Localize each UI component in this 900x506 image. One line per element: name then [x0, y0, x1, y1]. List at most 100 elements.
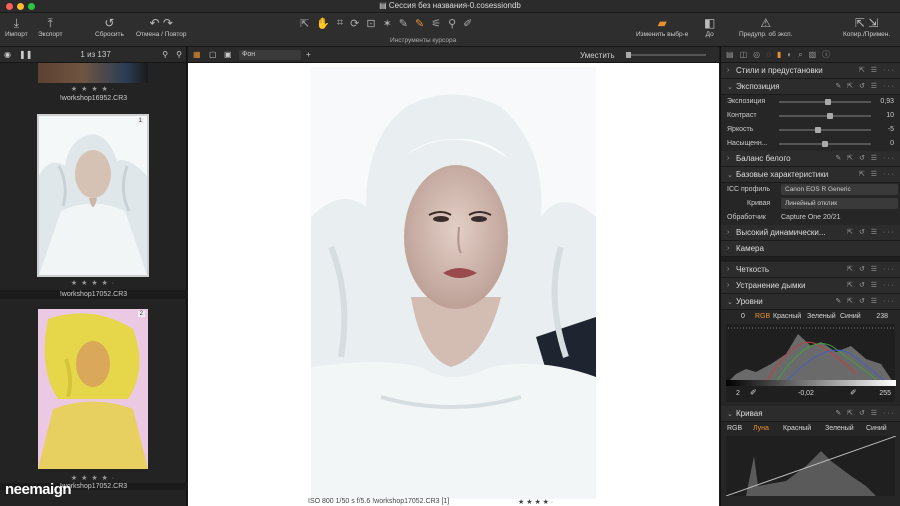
black-picker-icon[interactable]: ✐: [750, 388, 757, 397]
select-cursor-icon[interactable]: ⇱: [300, 17, 309, 30]
curve-graph[interactable]: [725, 435, 897, 497]
section-tools-icons[interactable]: ✎ ⇱ ↺ ☰ ···: [835, 409, 896, 417]
levels-tab-rgb[interactable]: RGB: [755, 313, 770, 320]
copy-apply-button[interactable]: ⇱ ⇲ Копир./Примен.: [843, 16, 890, 38]
curve-tab-red[interactable]: Красный: [783, 425, 811, 432]
dehaze-section[interactable]: › Устранение дымки ⇱ ↺ ☰ ···: [721, 278, 900, 294]
undo-icon: ↶ ↷: [149, 16, 173, 30]
white-picker-icon[interactable]: ✐: [850, 388, 857, 397]
saturation-row: Насыщенн... 0: [727, 140, 894, 147]
thumbnail-filename: !workshop17052.CR3: [0, 290, 187, 299]
viewer-stars[interactable]: ★ ★ ★ ★ ·: [518, 498, 553, 506]
gradient-icon[interactable]: ⚟: [431, 17, 441, 30]
change-select-button[interactable]: ▰ Изменить выбр-е: [636, 16, 688, 38]
search-icon[interactable]: ⚲: [162, 50, 168, 59]
contrast-slider[interactable]: [779, 113, 871, 119]
picker-icon[interactable]: ⚲: [448, 17, 456, 30]
import-button[interactable]: ⤓ Импорт: [5, 16, 28, 38]
thumbnail-selected[interactable]: 1: [37, 114, 149, 277]
camera-section[interactable]: › Камера: [721, 241, 900, 257]
single-view-icon[interactable]: ▢: [209, 50, 217, 59]
image-viewer: ▦ ▢ ▣ Фон + Уместить ISO 800 1/50 s f/5.…: [188, 47, 719, 506]
import-icon: ⤓: [13, 16, 20, 30]
exposure-tab-icon[interactable]: ◐: [787, 50, 792, 59]
spot-icon[interactable]: ✶: [383, 17, 392, 30]
thumbnail-filename: !workshop16952.CR3: [59, 95, 128, 102]
chevron-right-icon: ›: [727, 245, 730, 252]
icc-profile-select[interactable]: Canon EOS R Generic: [781, 184, 898, 195]
chevron-right-icon: ›: [727, 155, 730, 162]
levels-midpoint[interactable]: -0,02: [798, 390, 814, 397]
metadata-tab-icon[interactable]: ⓘ: [822, 49, 830, 60]
thumbnail-stars[interactable]: ★ ★ ★ ★ ·: [38, 279, 148, 287]
color-tab-icon[interactable]: ▮: [777, 50, 781, 59]
curve-section[interactable]: ⌄ Кривая ✎ ⇱ ↺ ☰ ···: [721, 406, 900, 422]
adjustments-tab-icon[interactable]: ▧: [809, 50, 817, 59]
section-tools-icons[interactable]: ⇱ ↺ ☰ ···: [847, 281, 896, 289]
crop-icon[interactable]: ⌗: [337, 17, 343, 30]
styles-section[interactable]: › Стили и предустановки ⇱ ☰ ···: [721, 63, 900, 79]
levels-tab-blue[interactable]: Синий: [840, 313, 861, 320]
image-counter: 1 из 137: [80, 50, 111, 59]
exposure-section[interactable]: ⌄ Экспозиция ✎ ⇱ ↺ ☰ ···: [721, 79, 900, 95]
clarity-section[interactable]: › Четкость ⇱ ↺ ☰ ···: [721, 262, 900, 278]
levels-tab-red[interactable]: Красный: [773, 313, 801, 320]
export-button[interactable]: ⤒ Экспорт: [38, 16, 62, 38]
undo-redo-button[interactable]: ↶ ↷ Отмена / Повтор: [136, 16, 186, 38]
grid-view-icon[interactable]: ▦: [193, 50, 201, 59]
keystone-icon[interactable]: ⊡: [366, 17, 375, 30]
library-tab-icon[interactable]: ▤: [726, 50, 734, 59]
capture-tab-icon[interactable]: ◫: [740, 50, 748, 59]
white-balance-section[interactable]: › Баланс белого ✎ ⇱ ↺ ☰ ···: [721, 151, 900, 167]
section-tools-icons[interactable]: ⇱ ↺ ☰ ···: [847, 228, 896, 236]
fit-label[interactable]: Уместить: [580, 51, 615, 60]
composition-tab-icon[interactable]: ◌: [766, 50, 771, 59]
section-tools-icons[interactable]: ✎ ⇱ ↺ ☰ ···: [835, 154, 896, 162]
pause-icon[interactable]: ❚❚: [19, 50, 32, 59]
hdr-section[interactable]: › Высокий динамически... ⇱ ↺ ☰ ···: [721, 225, 900, 241]
levels-tab-green[interactable]: Зеленый: [807, 313, 836, 320]
section-tools-icons[interactable]: ✎ ⇱ ↺ ☰ ···: [835, 297, 896, 305]
exposure-warning-button[interactable]: ⚠ Предупр. об эксп.: [739, 16, 793, 38]
copy-apply-icon: ⇱ ⇲: [854, 16, 879, 30]
curve-tab-blue[interactable]: Синий: [866, 425, 887, 432]
curve-tab-green[interactable]: Зеленый: [825, 425, 854, 432]
section-tools-icons[interactable]: ⇱ ↺ ☰ ···: [847, 265, 896, 273]
compare-view-icon[interactable]: ▣: [224, 50, 232, 59]
before-button[interactable]: ◧ До: [704, 16, 715, 38]
levels-high-input[interactable]: 255: [879, 390, 891, 397]
brightness-slider[interactable]: [779, 127, 871, 133]
curve-tab-rgb[interactable]: RGB: [727, 425, 742, 432]
curve-tab-luma[interactable]: Луна: [753, 425, 769, 432]
add-layer-icon[interactable]: +: [306, 50, 311, 59]
variant-badge: 2: [137, 311, 145, 317]
details-tab-icon[interactable]: ⌕: [798, 50, 802, 60]
saturation-slider[interactable]: [779, 141, 871, 147]
brush-icon[interactable]: ✎: [399, 17, 408, 30]
exposure-slider[interactable]: [779, 99, 871, 105]
levels-low-output[interactable]: 0: [741, 313, 745, 320]
section-tools-icons[interactable]: ✎ ⇱ ↺ ☰ ···: [835, 82, 896, 90]
annotate-icon[interactable]: ✐: [463, 17, 472, 30]
active-brush-icon[interactable]: ✎: [415, 17, 424, 30]
zoom-icon[interactable]: ⚲: [176, 50, 182, 59]
zoom-slider[interactable]: [626, 52, 706, 58]
base-characteristics-section[interactable]: ⌄ Базовые характеристики ⇱ ☰ ···: [721, 167, 900, 183]
thumbnail-variant[interactable]: 2: [38, 309, 148, 469]
hand-icon[interactable]: ✋: [316, 17, 330, 30]
section-tools-icons[interactable]: ⇱ ☰ ···: [859, 66, 896, 74]
chevron-right-icon: ›: [727, 229, 730, 236]
levels-low-input[interactable]: 2: [736, 390, 740, 397]
section-tools-icons[interactable]: ⇱ ☰ ···: [859, 170, 896, 178]
thumbnail-stars[interactable]: ★ ★ ★ ★ ·: [38, 85, 148, 93]
curve-select[interactable]: Линейный отклик: [781, 198, 898, 209]
thumbnail-top[interactable]: ★ ★ ★ ★ ·: [38, 63, 148, 93]
levels-section[interactable]: ⌄ Уровни ✎ ⇱ ↺ ☰ ···: [721, 294, 900, 310]
layer-select[interactable]: Фон: [239, 50, 301, 60]
rotate-icon[interactable]: ⟳: [350, 17, 359, 30]
lens-tab-icon[interactable]: ◎: [753, 50, 760, 59]
reset-button[interactable]: ↺ Сбросить: [95, 16, 124, 38]
levels-high-output[interactable]: 238: [876, 313, 888, 320]
levels-histogram[interactable]: 2 ✐ -0,02 ✐ 255: [726, 324, 896, 402]
eye-icon[interactable]: ◉: [4, 50, 11, 59]
